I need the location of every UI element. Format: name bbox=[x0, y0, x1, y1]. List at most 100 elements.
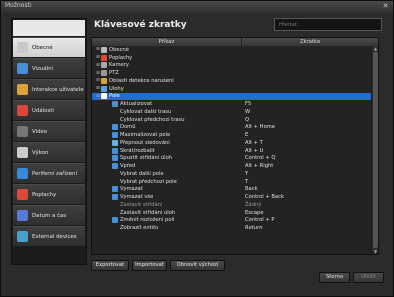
column-header-shortcut[interactable]: Zkratka bbox=[242, 38, 378, 46]
cancel-button[interactable]: Storno bbox=[319, 272, 350, 283]
tree-row[interactable]: Vybrat předchozí pole T bbox=[92, 178, 378, 186]
sidebar-item-label: Video bbox=[32, 128, 48, 135]
save-button[interactable]: Uložit bbox=[353, 272, 384, 283]
sidebar-item-label: Datum a čas bbox=[32, 212, 67, 219]
scroll-thumb[interactable] bbox=[373, 52, 378, 248]
tree-row[interactable]: ⊞ Úlohy bbox=[92, 85, 378, 93]
sidebar: Obecné Vizuální Interakce uživatele Událost… bbox=[11, 18, 87, 265]
tree-row[interactable]: ⊞ Obecné bbox=[92, 46, 378, 54]
import-button[interactable]: Importovat bbox=[132, 260, 167, 271]
export-button[interactable]: Exportovat bbox=[91, 260, 129, 271]
close-icon[interactable]: ✕ bbox=[381, 2, 390, 11]
tree-row[interactable]: Zobrazit entitu Return bbox=[92, 224, 378, 232]
shortcuts-tree: Příkaz Zkratka ⊞ Obecné ⊞ Poplachy ⊞ Kamery ⊞ P… bbox=[91, 37, 379, 255]
title-bar: Možnosti ✕ bbox=[1, 1, 393, 13]
tree-row[interactable]: ⊞ PTZ bbox=[92, 69, 378, 77]
command-label: Poplachy bbox=[109, 54, 133, 61]
command-label: Domů bbox=[120, 124, 136, 131]
shortcut-value: Control + P bbox=[245, 217, 275, 224]
command-label: Pole bbox=[109, 93, 120, 100]
command-label: Zastavit střídání úloh bbox=[120, 209, 176, 216]
scroll-up-icon[interactable]: ▲ bbox=[372, 46, 378, 51]
tree-row[interactable]: Spustit střídání úloh Control + Q bbox=[92, 155, 378, 163]
shortcut-value: Alt + U bbox=[245, 147, 264, 154]
command-label: Maximalizovat pole bbox=[120, 132, 171, 139]
tree-row[interactable]: Aktualizovat F5 bbox=[92, 100, 378, 108]
shortcut-value: F5 bbox=[245, 101, 252, 108]
sidebar-item-9[interactable]: External devices bbox=[13, 226, 85, 246]
command-label: Úlohy bbox=[109, 85, 124, 92]
tree-row[interactable]: Změnit rozložení polí Control + P bbox=[92, 217, 378, 225]
column-header-command[interactable]: Příkaz bbox=[92, 38, 242, 46]
command-label: Kamery bbox=[109, 62, 129, 69]
alarms-icon bbox=[17, 189, 28, 200]
tree-row[interactable]: ⊞ Poplachy bbox=[92, 54, 378, 62]
sidebar-item-7[interactable]: Poplachy bbox=[13, 184, 85, 204]
scroll-down-icon[interactable]: ▼ bbox=[372, 249, 378, 254]
tree-row[interactable]: Vymazat vše Control + Back bbox=[92, 193, 378, 201]
command-label: Vymazat bbox=[120, 186, 143, 193]
shortcut-value: Escape bbox=[245, 209, 264, 216]
sidebar-item-label: Události bbox=[32, 107, 54, 114]
folder-icon bbox=[101, 46, 107, 53]
tracking-icon bbox=[112, 139, 118, 146]
sidebar-item-label: Periferní zařízení bbox=[32, 170, 77, 177]
maximize-icon bbox=[112, 132, 118, 139]
command-label: Cyklovat předchozí trasu bbox=[120, 116, 185, 123]
shortcut-value: Return bbox=[245, 225, 263, 232]
collapse-icon bbox=[112, 147, 118, 154]
tree-row[interactable]: ⊟ Pole bbox=[92, 92, 378, 101]
shortcut-value: Y bbox=[245, 170, 249, 177]
visual-icon bbox=[17, 63, 28, 74]
command-label: Zastavit střídání bbox=[120, 201, 163, 208]
tree-row[interactable]: Vymazat Back bbox=[92, 186, 378, 194]
performance-icon bbox=[17, 147, 28, 158]
blank-icon bbox=[112, 179, 118, 185]
sidebar-item-6[interactable]: Periferní zařízení bbox=[13, 163, 85, 183]
blank-icon bbox=[112, 210, 118, 216]
sidebar-item-1[interactable]: Vizuální bbox=[13, 58, 85, 78]
detection-icon bbox=[101, 77, 107, 84]
shortcut-value: Control + Q bbox=[245, 155, 276, 162]
command-label: Zobrazit entitu bbox=[120, 225, 159, 232]
sidebar-item-0[interactable]: Obecné bbox=[13, 37, 85, 57]
clear-icon bbox=[112, 186, 118, 193]
search-input[interactable]: Hledat bbox=[274, 18, 382, 31]
shortcut-value: Control + Back bbox=[245, 194, 284, 201]
tree-row[interactable]: Cyklovat předchozí trasu Q bbox=[92, 116, 378, 124]
events-icon bbox=[17, 105, 28, 116]
sidebar-item-5[interactable]: Výkon bbox=[13, 142, 85, 162]
tree-row[interactable]: Zastavit střídání úloh Escape bbox=[92, 209, 378, 217]
blank-icon bbox=[112, 109, 118, 115]
tree-row[interactable]: Vpřed Alt + Right bbox=[92, 162, 378, 170]
command-label: Cyklovat další trasu bbox=[120, 108, 172, 115]
shortcut-value: Back bbox=[245, 186, 258, 193]
tree-row[interactable]: Domů Alt + Home bbox=[92, 124, 378, 132]
sidebar-item-4[interactable]: Video bbox=[13, 121, 85, 141]
sidebar-item-2[interactable]: Interakce uživatele bbox=[13, 79, 85, 99]
vertical-scrollbar[interactable]: ▲ ▼ bbox=[371, 46, 378, 254]
tree-row[interactable]: Cyklovat další trasu W bbox=[92, 108, 378, 116]
tree-row[interactable]: Vybrat další pole Y bbox=[92, 170, 378, 178]
shortcut-value: Alt + Right bbox=[245, 163, 274, 170]
command-label: Spustit střídání úloh bbox=[120, 155, 173, 162]
ptz-icon bbox=[101, 70, 107, 77]
tree-row[interactable]: ⊞ Oblasti detekce narušení bbox=[92, 77, 378, 85]
blank-icon bbox=[112, 171, 118, 177]
options-window: Možnosti ✕ Obecné Vizuální Interakce uživa… bbox=[0, 0, 394, 297]
sidebar-item-3[interactable]: Události bbox=[13, 100, 85, 120]
tree-row[interactable]: Skrát/rozbalit Alt + U bbox=[92, 147, 378, 155]
sidebar-item-label: Vizuální bbox=[32, 65, 54, 72]
blank-icon bbox=[112, 225, 118, 231]
command-label: PTZ bbox=[109, 70, 119, 77]
tree-row[interactable]: ⊞ Kamery bbox=[92, 62, 378, 70]
tree-row[interactable]: Přepnout sledování Alt + T bbox=[92, 139, 378, 147]
tree-row[interactable]: Maximalizovat pole E bbox=[92, 131, 378, 139]
command-label: Oblasti detekce narušení bbox=[109, 77, 174, 84]
general-icon bbox=[17, 42, 28, 53]
restore-defaults-button[interactable]: Obnovit výchozí bbox=[170, 260, 225, 271]
shortcut-value: Žádný bbox=[245, 201, 262, 208]
shortcut-value: W bbox=[245, 108, 251, 115]
tree-row[interactable]: Zastavit střídání Žádný bbox=[92, 201, 378, 209]
sidebar-item-8[interactable]: Datum a čas bbox=[13, 205, 85, 225]
